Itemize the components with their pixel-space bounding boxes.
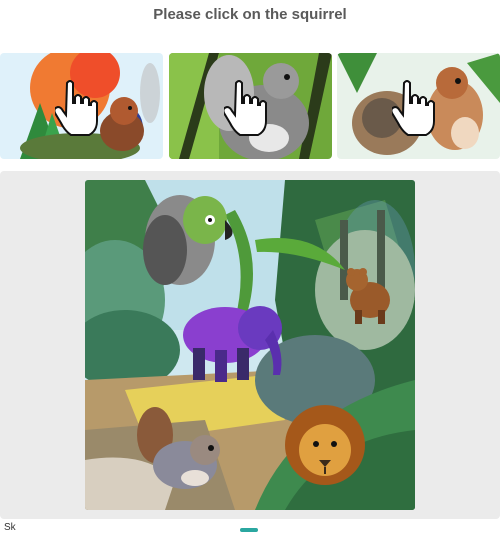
pointer-hand-icon [224,80,267,136]
footer-bar: Sk [0,522,500,536]
footer-text: Sk [4,522,16,533]
footer-indicator [240,528,258,532]
challenge-image[interactable] [85,180,415,510]
example-thumbnail-1[interactable] [0,53,163,159]
pointer-hand-icon [55,80,98,136]
challenge-panel [0,171,500,519]
example-thumbnail-3[interactable] [337,53,500,159]
pointer-hand-icon [392,80,435,136]
challenge-prompt: Please click on the squirrel [153,6,347,23]
example-thumbnail-2[interactable] [169,53,332,159]
example-thumbnails [0,53,500,161]
jungle-scene-painting [85,180,415,510]
